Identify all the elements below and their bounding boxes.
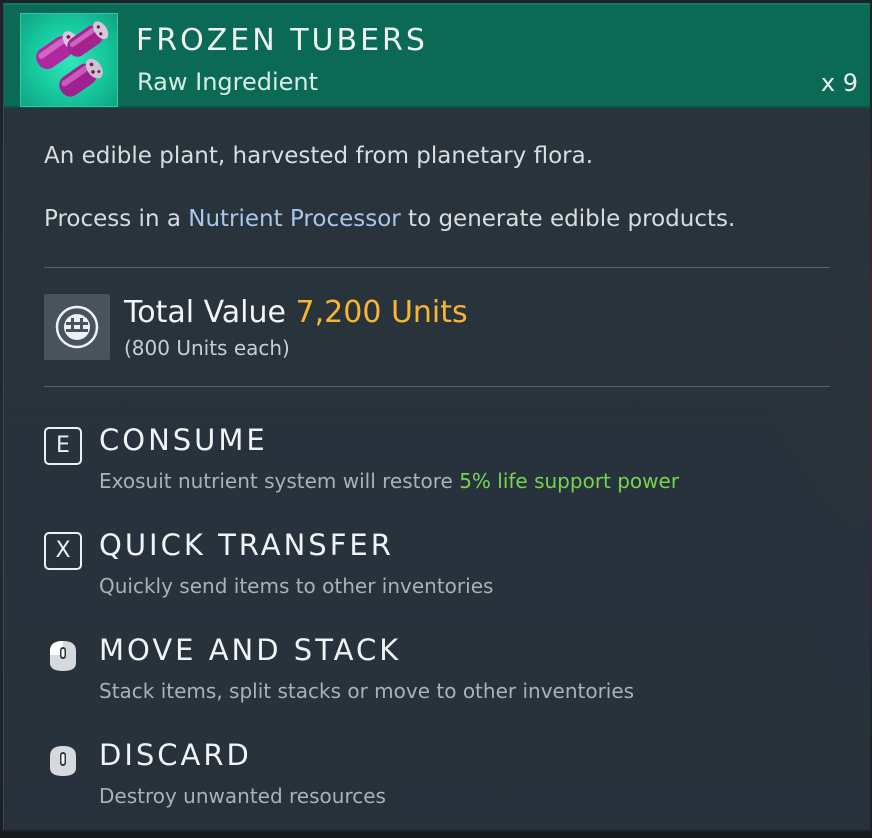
usage-hint-prefix: Process in a (44, 206, 189, 232)
action-title: MOVE AND STACK (99, 633, 402, 667)
total-value-amount: 7,200 Units (295, 295, 468, 330)
item-description: An edible plant, harvested from planetar… (44, 143, 594, 169)
total-value: Total Value 7,200 Units (124, 295, 468, 330)
item-header: FROZEN TUBERS Raw Ingredient x 9 (4, 3, 870, 108)
action-title: DISCARD (99, 738, 252, 772)
item-title: FROZEN TUBERS (136, 23, 428, 58)
usage-hint-suffix: to generate edible products. (400, 206, 736, 232)
action-description: Stack items, split stacks or move to oth… (99, 679, 635, 703)
action-title: CONSUME (99, 423, 268, 457)
divider (44, 267, 830, 268)
mouse-hold-icon (44, 742, 82, 780)
action-consume[interactable]: E CONSUME Exosuit nutrient system will r… (44, 423, 844, 507)
action-description: Quickly send items to other inventories (99, 574, 494, 598)
item-category: Raw Ingredient (137, 68, 319, 96)
action-description: Destroy unwanted resources (99, 784, 386, 808)
e-key-icon: E (44, 427, 82, 465)
total-value-label: Total Value (124, 295, 296, 330)
life-support-bonus: 5% life support power (459, 469, 680, 493)
x-key-icon: X (44, 532, 82, 570)
action-move-and-stack[interactable]: MOVE AND STACK Stack items, split stacks… (44, 633, 844, 717)
unit-value: (800 Units each) (124, 336, 290, 360)
item-tooltip-panel: FROZEN TUBERS Raw Ingredient x 9 An edib… (3, 3, 870, 830)
item-usage-hint: Process in a Nutrient Processor to gener… (44, 206, 735, 232)
frozen-tubers-icon (20, 13, 118, 107)
action-discard[interactable]: DISCARD Destroy unwanted resources (44, 738, 844, 822)
action-description: Exosuit nutrient system will restore 5% … (99, 469, 679, 493)
action-quick-transfer[interactable]: X QUICK TRANSFER Quickly send items to o… (44, 528, 844, 612)
action-title: QUICK TRANSFER (99, 528, 394, 562)
nutrient-processor-link: Nutrient Processor (188, 206, 401, 232)
bottom-edge (0, 832, 872, 838)
mouse-left-click-icon (44, 637, 82, 675)
item-quantity: x 9 (820, 69, 858, 97)
consume-desc-prefix: Exosuit nutrient system will restore (99, 469, 460, 493)
units-currency-icon (44, 294, 110, 360)
divider (44, 386, 830, 387)
